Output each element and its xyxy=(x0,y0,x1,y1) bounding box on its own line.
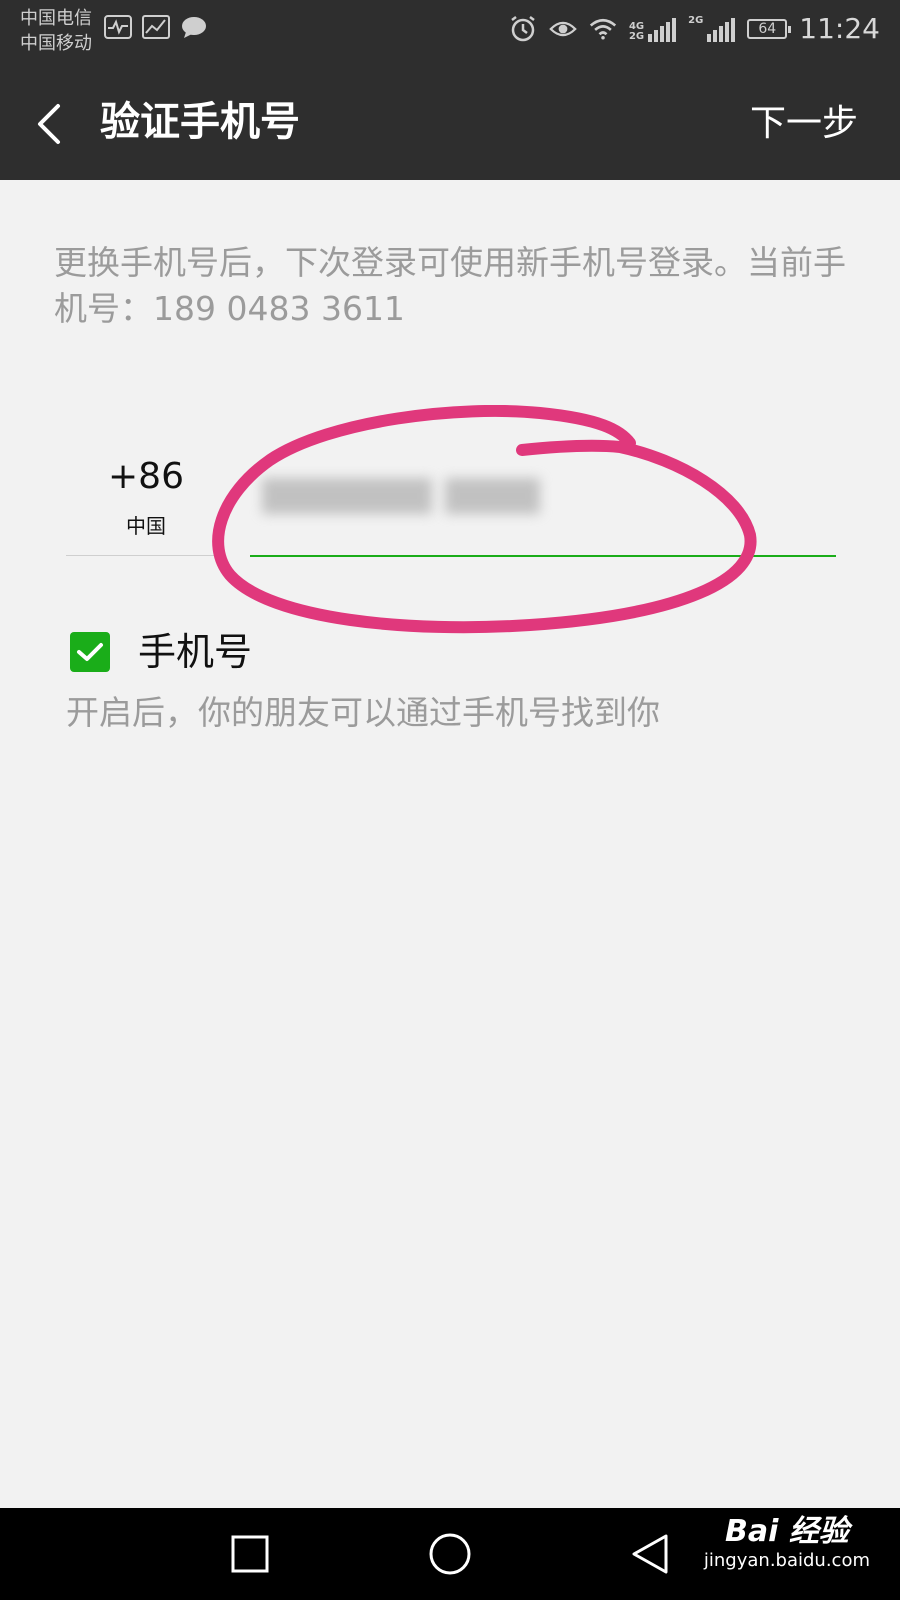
checkmark-icon xyxy=(77,643,103,661)
system-icons: 4G 2G 2G 64 11:24 xyxy=(509,12,880,45)
status-bar: 中国电信 中国移动 4G 2G 2G 64 11:24 xyxy=(0,0,900,66)
watermark-url: jingyan.baidu.com xyxy=(703,1550,870,1571)
change-phone-description: 更换手机号后，下次登录可使用新手机号登录。当前手机号：189 0483 3611 xyxy=(54,243,846,328)
country-underline xyxy=(66,555,218,556)
carrier-2: 中国移动 xyxy=(20,33,92,54)
baidu-watermark: Bai 经验 jingyan.baidu.com xyxy=(704,1514,870,1572)
annotation-circle xyxy=(212,405,757,634)
country-name[interactable]: 中国 xyxy=(66,510,226,539)
chat-bubble-icon xyxy=(180,14,208,40)
back-nav-button[interactable] xyxy=(624,1528,676,1580)
eye-comfort-icon xyxy=(549,16,577,42)
triangle-back-icon xyxy=(632,1534,668,1574)
stock-app-icon xyxy=(142,14,170,40)
recent-apps-button[interactable] xyxy=(224,1528,276,1580)
page-title: 验证手机号 xyxy=(100,99,300,145)
app-bar: 验证手机号 下一步 xyxy=(0,66,900,180)
activity-monitor-icon xyxy=(104,14,132,40)
signal-strength-icon xyxy=(648,16,677,42)
network-type-3: 2G xyxy=(688,14,704,26)
notification-icons xyxy=(104,14,208,40)
phone-search-checkbox[interactable] xyxy=(70,632,110,672)
phone-search-label[interactable]: 手机号 xyxy=(138,626,252,678)
phone-search-description: 开启后，你的朋友可以通过手机号找到你 xyxy=(66,693,660,732)
network-type-2: 2G xyxy=(628,30,645,42)
signal-sim2: 2G xyxy=(688,14,736,42)
clock: 11:24 xyxy=(799,12,880,45)
wifi-icon xyxy=(589,16,617,42)
battery-level: 64 xyxy=(758,20,777,37)
watermark-logo-text: Bai 经验 xyxy=(725,1514,849,1549)
back-button[interactable] xyxy=(30,96,70,152)
carrier-1: 中国电信 xyxy=(20,8,92,29)
square-icon xyxy=(231,1535,269,1573)
home-button[interactable] xyxy=(424,1528,476,1580)
signal-strength-icon xyxy=(707,16,736,42)
signal-sim1: 4G 2G xyxy=(628,16,677,42)
carrier-names: 中国电信 中国移动 xyxy=(20,6,92,56)
alarm-clock-icon xyxy=(509,15,537,42)
country-code[interactable]: +86 xyxy=(66,456,226,497)
battery-icon: 64 xyxy=(747,18,792,39)
chevron-left-icon xyxy=(38,104,60,144)
network-type-1: 4G xyxy=(628,20,645,32)
circle-icon xyxy=(429,1533,471,1575)
next-step-button[interactable]: 下一步 xyxy=(750,96,858,152)
